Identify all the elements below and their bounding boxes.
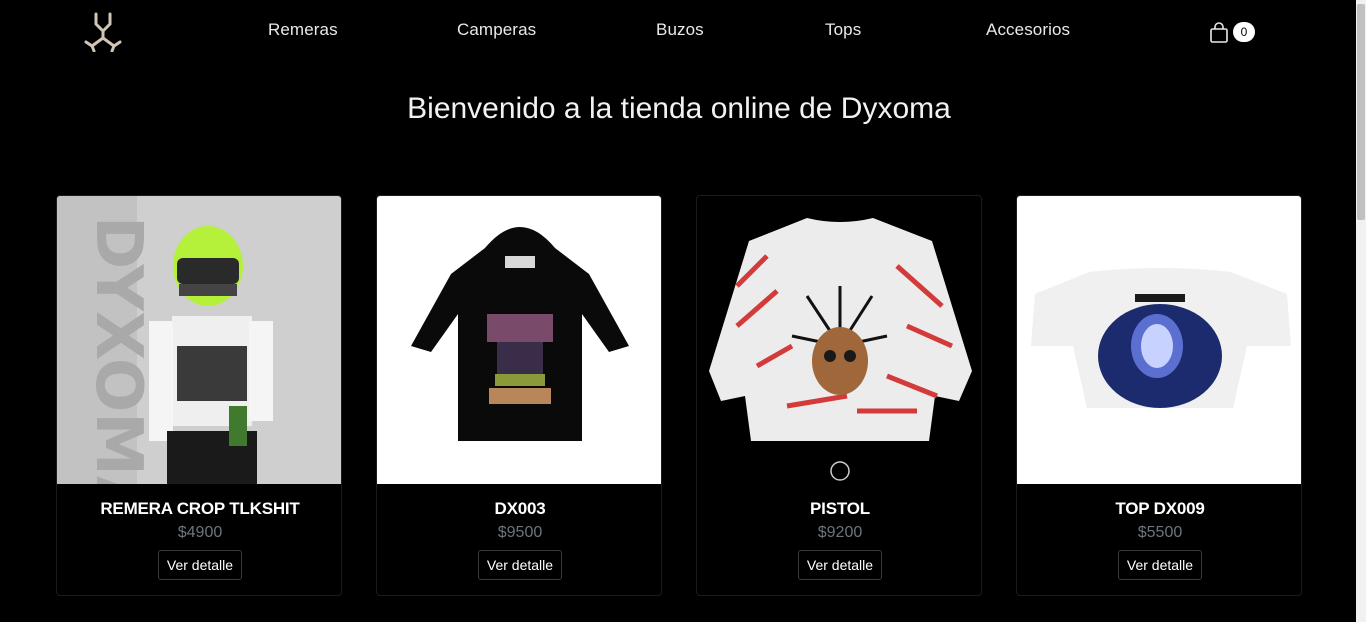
product-price: $9200 [817, 524, 863, 541]
view-detail-button[interactable]: Ver detalle [158, 550, 242, 580]
cart-button[interactable]: 0 [1207, 20, 1259, 46]
svg-text:DYXOMA: DYXOMA [81, 216, 155, 484]
shopping-bag-icon [1209, 22, 1229, 49]
nav-link-buzos[interactable]: Buzos [656, 20, 704, 40]
product-price: $4900 [177, 524, 223, 541]
nav-link-remeras[interactable]: Remeras [268, 20, 338, 40]
product-card[interactable]: DX003 $9500 Ver detalle [376, 195, 662, 596]
nav-link-tops[interactable]: Tops [825, 20, 861, 40]
view-detail-button[interactable]: Ver detalle [798, 550, 882, 580]
product-image[interactable]: DYXOMA [57, 196, 341, 484]
top-nav: Remeras Camperas Buzos Tops Accesorios 0 [0, 0, 1356, 62]
nav-link-camperas[interactable]: Camperas [457, 20, 536, 40]
product-title: TOP DX009 [1115, 499, 1205, 518]
product-title: DX003 [494, 499, 546, 518]
product-card[interactable]: PISTOL $9200 Ver detalle [696, 195, 982, 596]
product-image[interactable] [1017, 196, 1301, 484]
page-title: Bienvenido a la tienda online de Dyxoma [407, 92, 951, 125]
product-image[interactable] [697, 196, 981, 484]
product-title: PISTOL [810, 499, 870, 518]
product-title: REMERA CROP TLKSHIT [100, 499, 300, 518]
scrollbar-thumb[interactable] [1357, 4, 1365, 220]
logo-icon[interactable] [82, 12, 124, 53]
cart-count-badge: 0 [1233, 22, 1255, 42]
view-detail-button[interactable]: Ver detalle [478, 550, 562, 580]
product-card[interactable]: DYXOMA REMERA CROP TLKSHIT $4900 Ver det… [56, 195, 342, 596]
product-price: $9500 [497, 524, 543, 541]
product-image[interactable] [377, 196, 661, 484]
product-card[interactable]: TOP DX009 $5500 Ver detalle [1016, 195, 1302, 596]
view-detail-button[interactable]: Ver detalle [1118, 550, 1202, 580]
nav-link-accesorios[interactable]: Accesorios [986, 20, 1070, 40]
product-price: $5500 [1137, 524, 1183, 541]
